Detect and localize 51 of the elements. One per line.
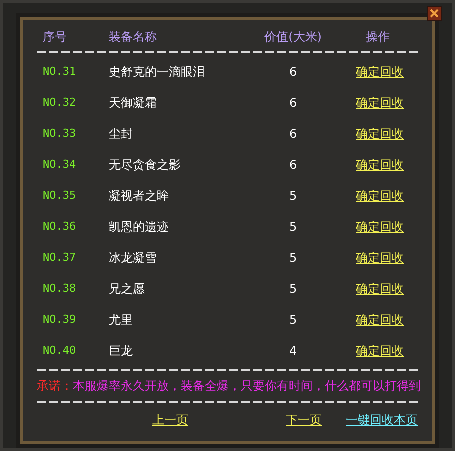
row-number: NO.39 <box>43 313 76 326</box>
recycle-link[interactable]: 确定回收 <box>356 96 404 110</box>
item-name: 凯恩的遗迹 <box>108 220 169 234</box>
item-name: 史舒克的一滴眼泪 <box>108 64 205 78</box>
row-number: NO.32 <box>43 96 76 110</box>
item-name: 天御凝霜 <box>108 96 157 110</box>
notice-label: 承诺： <box>37 378 73 395</box>
row-number: NO.40 <box>43 344 76 358</box>
row-number: NO.35 <box>43 189 76 202</box>
recycle-link[interactable]: 确定回收 <box>356 188 404 202</box>
column-header: 装备名称 <box>108 30 157 44</box>
next-page-link[interactable]: 下一页 <box>286 413 322 427</box>
row-number: NO.37 <box>43 251 76 264</box>
item-value: 6 <box>289 96 298 110</box>
item-name: 兄之愿 <box>108 282 145 296</box>
notice-text: 本服爆率永久开放，装备全爆，只要你有时间，什么都可以打得到 <box>73 378 421 395</box>
recycle-link[interactable]: 确定回收 <box>356 344 404 358</box>
item-name: 尤里 <box>108 312 133 326</box>
row-number: NO.31 <box>43 65 76 78</box>
item-value: 5 <box>289 312 298 326</box>
item-value: 6 <box>289 126 298 140</box>
row-number: NO.36 <box>43 220 76 234</box>
row-number: NO.38 <box>43 282 76 296</box>
column-header: 操作 <box>366 30 390 44</box>
item-value: 4 <box>289 344 298 358</box>
item-value: 5 <box>289 282 298 296</box>
item-name: 凝视者之眸 <box>108 188 169 202</box>
item-value: 6 <box>289 158 298 172</box>
recycle-link[interactable]: 确定回收 <box>356 220 404 234</box>
item-name: 无尽贪食之影 <box>108 158 181 172</box>
recycle-all-link[interactable]: 一键回收本页 <box>346 413 418 427</box>
column-header: 价值(大米) <box>264 30 322 44</box>
close-button[interactable] <box>427 6 442 21</box>
item-value: 5 <box>289 188 298 202</box>
item-value: 6 <box>289 64 298 78</box>
recycle-link[interactable]: 确定回收 <box>356 250 404 264</box>
recycle-link[interactable]: 确定回收 <box>356 158 404 172</box>
item-value: 5 <box>289 250 298 264</box>
previous-page-link[interactable]: 上一页 <box>152 413 188 427</box>
row-number: NO.33 <box>43 127 76 140</box>
recycle-link[interactable]: 确定回收 <box>356 64 404 78</box>
item-name: 尘封 <box>108 126 133 140</box>
item-name: 巨龙 <box>108 344 133 358</box>
close-icon <box>430 9 439 18</box>
item-value: 5 <box>289 220 298 234</box>
recycle-link[interactable]: 确定回收 <box>356 312 404 326</box>
item-name: 冰龙凝雪 <box>108 250 157 264</box>
recycle-link[interactable]: 确定回收 <box>356 126 404 140</box>
recycle-link[interactable]: 确定回收 <box>356 282 404 296</box>
column-header: 序号 <box>43 30 67 44</box>
row-number: NO.34 <box>43 158 76 172</box>
